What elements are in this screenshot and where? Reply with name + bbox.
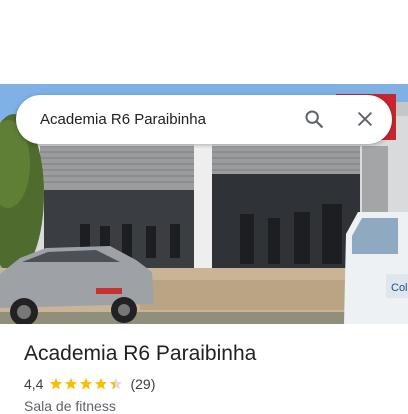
star-icon: [95, 377, 108, 390]
search-bar[interactable]: Academia R6 Paraibinha: [16, 95, 392, 144]
search-icon: [305, 110, 323, 128]
truck-sign-text: Col: [391, 282, 408, 294]
rating-value: 4,4: [24, 376, 44, 392]
search-button[interactable]: [298, 103, 330, 135]
star-icon: [65, 377, 78, 390]
place-card[interactable]: Academia R6 Paraibinha 4,4 (29) Sala de …: [0, 324, 408, 414]
star-icon: [110, 377, 123, 390]
rating-row[interactable]: 4,4 (29): [24, 375, 155, 393]
star-icon: [80, 377, 93, 390]
star-rating: [49, 377, 124, 391]
place-category: Sala de fitness: [24, 398, 116, 414]
place-name: Academia R6 Paraibinha: [24, 342, 257, 365]
close-icon: [358, 112, 372, 126]
clear-search-button[interactable]: [349, 103, 381, 135]
star-icon: [50, 377, 63, 390]
search-input[interactable]: Academia R6 Paraibinha: [40, 95, 206, 144]
review-count[interactable]: (29): [130, 376, 155, 392]
